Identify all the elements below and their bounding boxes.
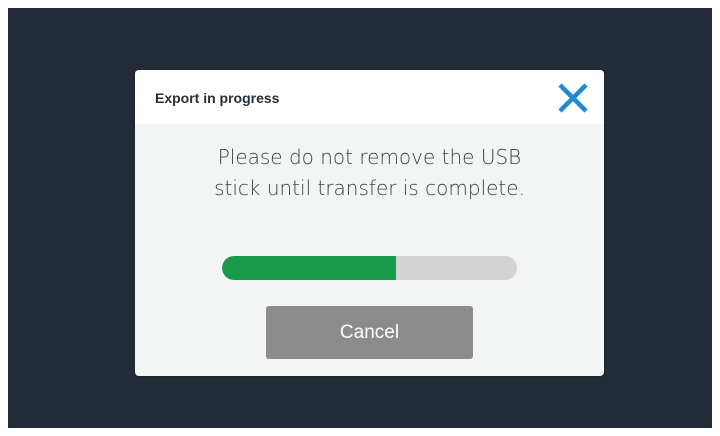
export-dialog: Export in progress Please do not remove … [135, 70, 604, 376]
close-icon [558, 83, 588, 113]
cancel-button[interactable]: Cancel [266, 306, 473, 359]
progress-bar [222, 256, 517, 280]
dialog-title: Export in progress [155, 90, 280, 106]
dialog-header: Export in progress [135, 70, 604, 124]
device-screen: Export in progress Please do not remove … [8, 8, 712, 428]
dialog-message: Please do not remove the USB stick until… [214, 145, 525, 200]
close-button[interactable] [553, 78, 593, 118]
progress-bar-fill [222, 256, 397, 280]
